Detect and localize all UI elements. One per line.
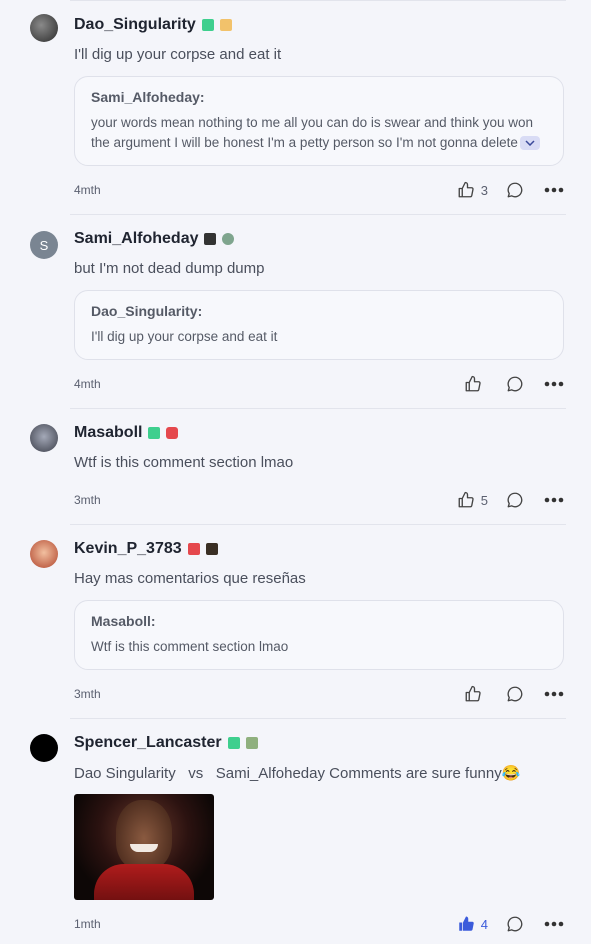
quoted-comment[interactable]: Sami_Alfoheday: your words mean nothing … — [74, 76, 564, 166]
comment-author[interactable]: Kevin_P_3783 — [74, 540, 182, 558]
like-button[interactable]: 3 — [457, 181, 488, 199]
comment-time: 4mth — [74, 377, 101, 391]
thumbs-up-icon — [465, 375, 481, 392]
divider — [70, 524, 566, 525]
more-options-button[interactable] — [544, 921, 564, 927]
comment-time: 4mth — [74, 183, 101, 197]
quote-author: Sami_Alfoheday: — [91, 89, 205, 105]
quote-text: I'll dig up your corpse and eat it — [91, 329, 278, 344]
reply-bubble-icon — [507, 916, 523, 932]
quote-author: Masaboll: — [91, 613, 156, 629]
reply-button[interactable] — [506, 915, 524, 933]
comment-time: 3mth — [74, 493, 101, 507]
comment-author[interactable]: Masaboll — [74, 424, 142, 442]
more-dots-icon — [544, 497, 564, 503]
reply-button[interactable] — [506, 491, 524, 509]
thumbs-up-icon — [458, 181, 474, 198]
reply-button[interactable] — [506, 685, 524, 703]
more-options-button[interactable] — [544, 691, 564, 697]
reply-bubble-icon — [507, 492, 523, 508]
comment-time: 1mth — [74, 917, 101, 931]
more-dots-icon — [544, 381, 564, 387]
rank-badge-icon — [222, 233, 235, 245]
like-count: 3 — [480, 182, 488, 198]
reply-bubble-icon — [507, 376, 523, 392]
comment-text: Dao Singularity vs Sami_Alfoheday Commen… — [74, 764, 520, 782]
avatar[interactable] — [30, 424, 58, 452]
comment-time: 3mth — [74, 687, 101, 701]
avatar[interactable] — [30, 14, 58, 42]
rank-badge-icon — [205, 543, 218, 555]
level-badge-icon — [148, 427, 161, 439]
like-button[interactable]: 5 — [457, 491, 488, 509]
more-options-button[interactable] — [544, 497, 564, 503]
more-options-button[interactable] — [544, 381, 564, 387]
vs-text: vs — [188, 765, 204, 782]
comment-author[interactable]: Spencer_Lancaster — [74, 734, 222, 752]
thumbs-up-filled-icon — [459, 916, 474, 931]
more-dots-icon — [544, 187, 564, 193]
avatar-letter: S — [39, 237, 49, 253]
thumbs-up-icon — [458, 491, 474, 508]
level-badge-icon — [187, 543, 200, 555]
like-button[interactable]: 4 — [457, 915, 488, 933]
divider — [70, 408, 566, 409]
rank-badge-icon — [166, 427, 179, 439]
more-dots-icon — [544, 921, 564, 927]
like-button[interactable] — [464, 685, 488, 703]
avatar[interactable] — [30, 734, 58, 762]
comment-text: I'll dig up your corpse and eat it — [74, 46, 282, 63]
like-count: 5 — [480, 492, 488, 508]
divider — [70, 214, 566, 215]
quote-text: your words mean nothing to me all you ca… — [91, 113, 547, 153]
comment-text: Hay mas comentarios que reseñas — [74, 570, 306, 587]
more-options-button[interactable] — [544, 187, 564, 193]
reply-button[interactable] — [506, 375, 524, 393]
rank-badge-icon — [219, 19, 232, 31]
rank-badge-icon — [245, 737, 258, 749]
reply-bubble-icon — [507, 182, 523, 198]
like-button[interactable] — [464, 375, 488, 393]
level-badge-icon — [227, 737, 240, 749]
like-count: 4 — [480, 916, 488, 932]
comment-author[interactable]: Sami_Alfoheday — [74, 230, 198, 248]
reply-button[interactable] — [506, 181, 524, 199]
reply-bubble-icon — [507, 686, 523, 702]
gif-face — [116, 800, 172, 870]
quoted-comment[interactable]: Dao_Singularity: I'll dig up your corpse… — [74, 290, 564, 360]
expand-chevron-icon[interactable] — [519, 136, 540, 151]
mention-text: Dao Singularity — [74, 765, 176, 782]
comment-text: Wtf is this comment section lmao — [74, 454, 294, 471]
more-dots-icon — [544, 691, 564, 697]
quoted-comment[interactable]: Masaboll: Wtf is this comment section lm… — [74, 600, 564, 670]
level-badge-icon — [201, 19, 214, 31]
gif-smile — [130, 844, 158, 852]
quote-author: Dao_Singularity: — [91, 303, 203, 319]
laughing-emoji-icon: 😂 — [501, 765, 521, 782]
thumbs-up-icon — [465, 685, 481, 702]
avatar[interactable]: S — [30, 231, 58, 259]
comment-text-rest: Sami_Alfoheday Comments are sure funny — [215, 765, 502, 782]
gif-jacket — [94, 864, 194, 900]
level-badge-icon — [204, 233, 217, 245]
divider — [70, 0, 566, 1]
divider — [70, 718, 566, 719]
comment-author[interactable]: Dao_Singularity — [74, 16, 196, 34]
quote-text: Wtf is this comment section lmao — [91, 639, 289, 654]
avatar[interactable] — [30, 540, 58, 568]
comment-text: but I'm not dead dump dump — [74, 260, 265, 277]
gif-image[interactable] — [74, 794, 214, 900]
